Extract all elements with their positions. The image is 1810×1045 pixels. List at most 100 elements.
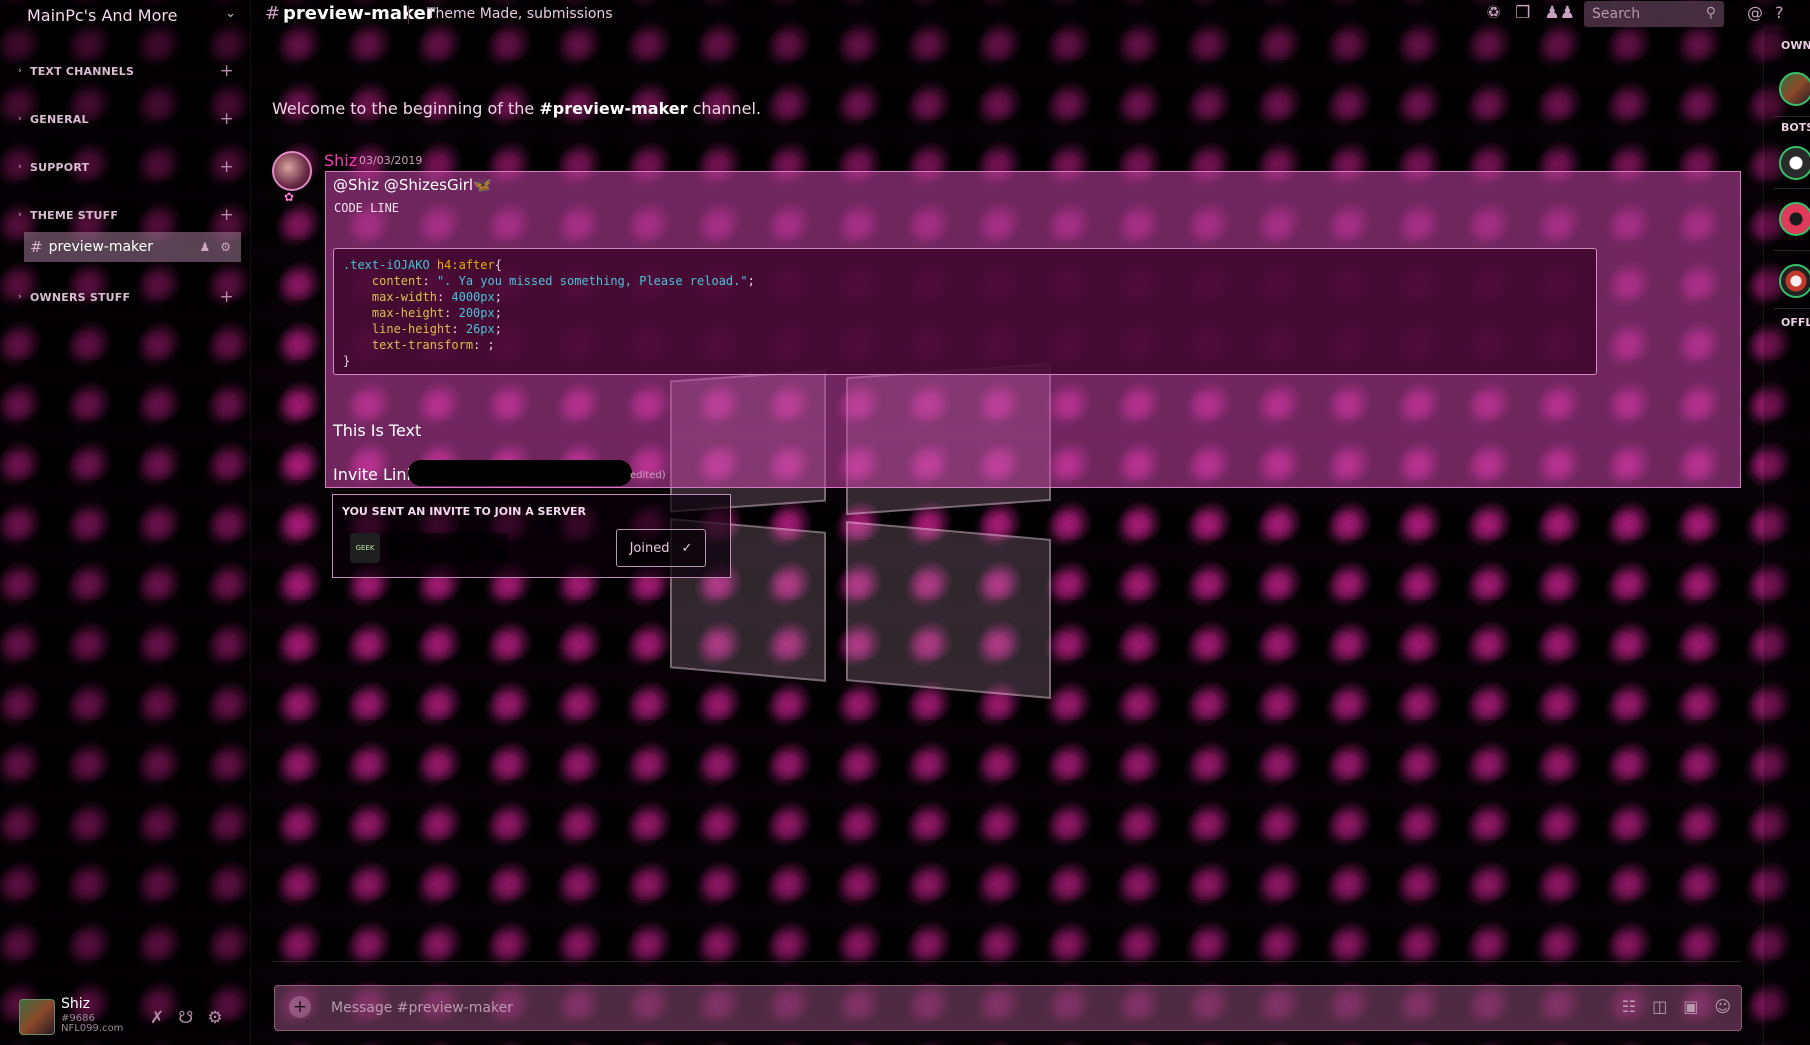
- add-channel-icon[interactable]: +: [220, 61, 234, 81]
- code-selector: .text-iOJAKO: [343, 258, 430, 272]
- add-channel-icon[interactable]: +: [220, 205, 234, 225]
- code-value: 26px: [465, 322, 495, 336]
- help-icon[interactable]: ?: [1775, 3, 1784, 22]
- message-mention[interactable]: @Shiz @ShizesGirl🦋: [333, 176, 492, 194]
- redacted-link: [408, 460, 632, 486]
- headphones-icon[interactable]: ☋: [178, 1008, 193, 1028]
- invite-link-label: Invite Link: [333, 465, 416, 484]
- channel-name: preview-maker: [48, 239, 154, 255]
- joined-label: Joined: [629, 540, 670, 556]
- avatar[interactable]: [272, 151, 312, 191]
- mute-icon[interactable]: ✗: [150, 1008, 164, 1028]
- chat-divider: [272, 961, 1742, 962]
- caret-right-icon: ›: [18, 66, 22, 76]
- welcome-channel[interactable]: #preview-maker: [539, 99, 687, 118]
- channel-topic: Theme Made, submissions: [427, 6, 613, 22]
- members-icon[interactable]: ♟♟: [1545, 3, 1575, 23]
- member-group-header: BOTS: [1781, 121, 1810, 134]
- category-support[interactable]: › SUPPORT +: [18, 157, 240, 177]
- welcome-suffix: channel.: [687, 99, 762, 118]
- caret-right-icon: ›: [18, 292, 22, 302]
- bell-icon[interactable]: ♽: [1486, 3, 1501, 23]
- welcome-prefix: Welcome to the beginning of the: [272, 99, 540, 118]
- category-label: SUPPORT: [30, 160, 90, 174]
- gift-icon[interactable]: ◫: [1652, 997, 1667, 1016]
- code-line: .text-iOJAKO h4:after{: [343, 257, 1587, 273]
- server-icon[interactable]: GEEK: [350, 533, 380, 563]
- code-line: line-height: 26px;: [371, 322, 502, 336]
- category-theme-stuff[interactable]: › THEME STUFF +: [18, 205, 240, 225]
- emoji-icon[interactable]: ☺: [1714, 997, 1731, 1016]
- channel-item-preview-maker[interactable]: # preview-maker ♟ ⚙: [24, 232, 241, 262]
- redacted-server-name: [388, 533, 508, 561]
- member-group-header: OWN: [1781, 39, 1810, 52]
- code-prop: max-width: [371, 290, 437, 304]
- message-text: This Is Text: [333, 421, 422, 440]
- invite-icon[interactable]: ♟: [199, 240, 210, 254]
- add-attachment-icon[interactable]: +: [289, 996, 311, 1018]
- invite-title: YOU SENT AN INVITE TO JOIN A SERVER: [342, 505, 586, 518]
- member-avatar[interactable]: [1779, 264, 1810, 298]
- member-avatar[interactable]: [1779, 202, 1810, 236]
- message-author[interactable]: Shiz: [324, 151, 357, 170]
- caret-right-icon: ›: [18, 162, 22, 172]
- category-label: TEXT CHANNELS: [30, 64, 135, 78]
- code-line: text-transform: ;: [371, 338, 495, 352]
- category-label: GENERAL: [30, 112, 89, 126]
- search-placeholder: Search: [1592, 6, 1641, 22]
- gear-icon[interactable]: ⚙: [220, 240, 231, 254]
- member-avatar[interactable]: [1779, 146, 1810, 180]
- code-element: h4:after: [429, 258, 495, 272]
- code-line: content: ". Ya you missed something, Ple…: [371, 274, 755, 288]
- inline-code: CODE LINE: [334, 201, 400, 215]
- badge-icon: ✿: [284, 190, 295, 204]
- message-input[interactable]: + Message #preview-maker ☷ ◫ ▣ ☺: [274, 985, 1742, 1031]
- user-note: NFL099.com: [61, 1023, 124, 1034]
- user-tag: #9686 NFL099.com: [61, 1014, 123, 1034]
- member-divider: [1774, 188, 1810, 189]
- code-value: ". Ya you missed something, Please reloa…: [436, 274, 748, 288]
- category-label: OWNERS STUFF: [30, 290, 131, 304]
- server-header[interactable]: MainPc's And More ⌄: [0, 0, 250, 30]
- member-list: OWN BOTS OFFL: [1763, 30, 1810, 1045]
- member-avatar[interactable]: [1779, 72, 1810, 106]
- member-divider: [1774, 308, 1810, 309]
- joined-button[interactable]: Joined ✓: [616, 529, 706, 567]
- code-prop: content: [371, 274, 423, 288]
- chevron-down-icon[interactable]: ⌄: [225, 6, 236, 21]
- pin-icon[interactable]: ❒: [1515, 3, 1530, 23]
- channel-welcome: Welcome to the beginning of the #preview…: [272, 99, 761, 118]
- search-input[interactable]: Search ⚲: [1584, 1, 1724, 27]
- background-dim: [0, 0, 1810, 1045]
- code-brace: }: [343, 354, 351, 368]
- category-owners-stuff[interactable]: › OWNERS STUFF +: [18, 287, 240, 307]
- add-channel-icon[interactable]: +: [220, 157, 234, 177]
- code-block: .text-iOJAKO h4:after{ content: ". Ya yo…: [333, 248, 1597, 375]
- category-general[interactable]: › GENERAL +: [18, 109, 240, 129]
- header-divider: [408, 6, 409, 24]
- category-label: THEME STUFF: [30, 208, 119, 222]
- server-name: MainPc's And More: [27, 5, 178, 25]
- gif-icon[interactable]: ▣: [1683, 997, 1698, 1016]
- add-channel-icon[interactable]: +: [220, 287, 234, 307]
- member-divider: [1774, 116, 1810, 117]
- channel-title: preview-maker: [283, 3, 435, 24]
- code-line: max-height: 200px;: [371, 306, 502, 320]
- avatar[interactable]: [19, 999, 55, 1035]
- member-group-header: OFFL: [1781, 316, 1810, 329]
- translate-icon[interactable]: ☷: [1622, 997, 1636, 1016]
- code-prop: text-transform: [371, 338, 474, 352]
- mention-icon[interactable]: @: [1747, 3, 1763, 22]
- caret-right-icon: ›: [18, 114, 22, 124]
- hash-icon: #: [265, 3, 281, 24]
- gear-icon[interactable]: ⚙: [207, 1008, 222, 1028]
- code-prop: max-height: [371, 306, 445, 320]
- search-icon: ⚲: [1705, 5, 1716, 21]
- hash-icon: #: [30, 238, 43, 256]
- add-channel-icon[interactable]: +: [220, 109, 234, 129]
- category-text-channels[interactable]: › TEXT CHANNELS +: [18, 61, 240, 81]
- caret-right-icon: ›: [18, 210, 22, 220]
- channel-sidebar: MainPc's And More ⌄ › TEXT CHANNELS + › …: [0, 0, 251, 1045]
- checkmark-icon: ✓: [681, 540, 693, 556]
- message-placeholder: Message #preview-maker: [331, 1000, 513, 1016]
